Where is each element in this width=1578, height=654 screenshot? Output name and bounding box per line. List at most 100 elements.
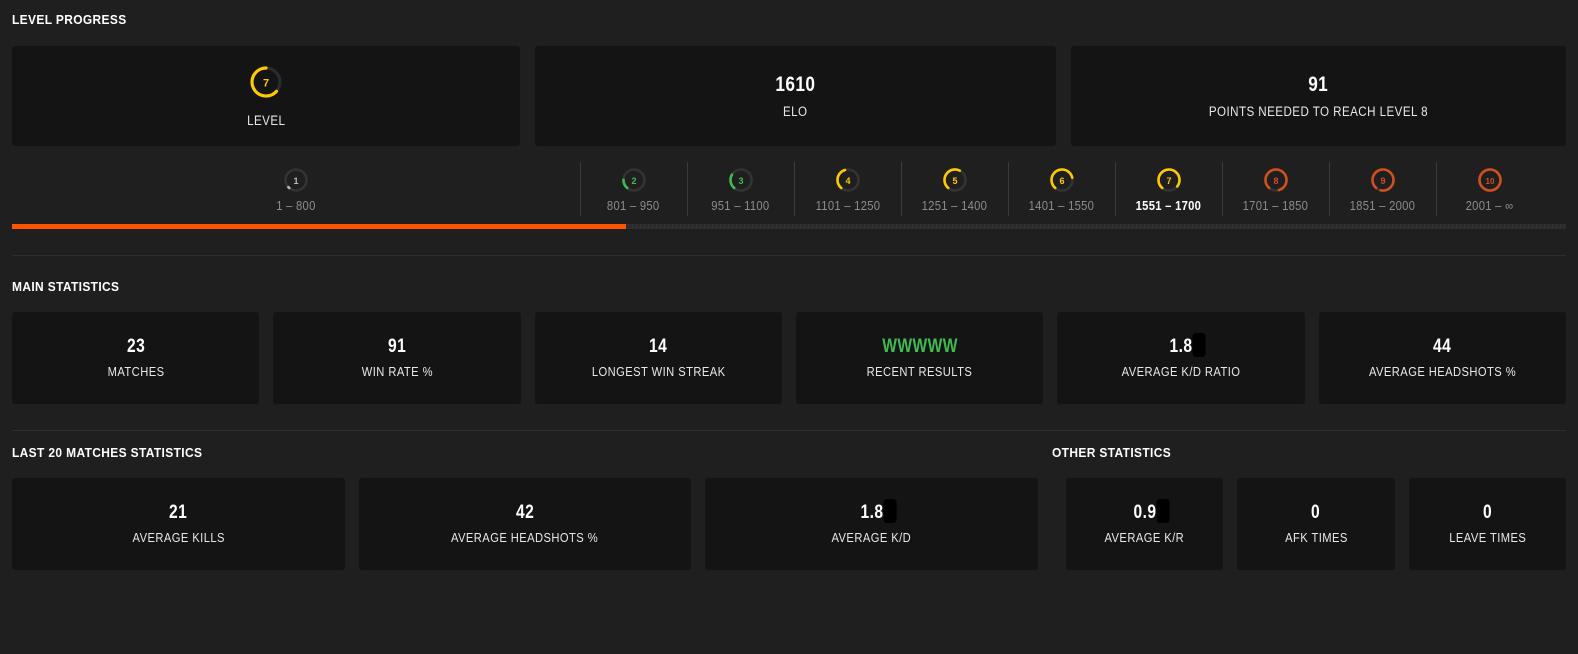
- ladder-rung-level-8[interactable]: 8 1701 – 1850: [1222, 160, 1329, 222]
- stat-label: LEAVE TIMES: [1448, 529, 1526, 545]
- ladder-rung-level-5[interactable]: 5 1251 – 1400: [901, 160, 1008, 222]
- stat-label: LONGEST WIN STREAK: [591, 363, 726, 379]
- ladder-range-level-4: 1101 – 1250: [815, 199, 880, 213]
- ladder-badge-number: 6: [1059, 176, 1064, 186]
- stat-card: 21 AVERAGE KILLS: [12, 478, 345, 570]
- level-badge-icon: 7: [249, 65, 283, 104]
- stat-card: 1.8 AVERAGE K/D RATIO: [1057, 312, 1305, 404]
- ladder-range-level-3: 951 – 1100: [711, 199, 770, 213]
- stat-card: 14 LONGEST WIN STREAK: [534, 312, 782, 404]
- ladder-range-level-1: 1 – 800: [276, 199, 316, 213]
- stat-card: 0 AFK TIMES: [1237, 478, 1395, 570]
- stat-label: AFK TIMES: [1284, 529, 1348, 545]
- ladder-badge-number: 1: [293, 176, 298, 186]
- ladder-rung-level-4[interactable]: 4 1101 – 1250: [794, 160, 901, 222]
- ladder-badge-icon-level-10: 10: [1477, 168, 1502, 192]
- ladder-range-level-9: 1851 – 2000: [1349, 199, 1416, 213]
- ladder-badge-number: 4: [845, 176, 850, 186]
- level-progress-track: [12, 224, 1566, 229]
- ladder-rung-level-3[interactable]: 3 951 – 1100: [687, 160, 794, 222]
- stat-value: 23: [126, 336, 145, 358]
- section-title-level-progress: LEVEL PROGRESS: [12, 12, 127, 27]
- stat-value: 1.8: [1169, 333, 1206, 358]
- section-title-main-statistics: MAIN STATISTICS: [12, 279, 120, 294]
- stat-label: AVERAGE HEADSHOTS %: [451, 529, 599, 545]
- ladder-range-level-6: 1401 – 1550: [1028, 199, 1095, 213]
- stat-value: 0: [1482, 502, 1492, 524]
- stat-label: AVERAGE HEADSHOTS %: [1368, 363, 1516, 379]
- stat-card: 1.8 AVERAGE K/D: [705, 478, 1039, 570]
- player-stats-dashboard: LEVEL PROGRESS 7 LEVEL 1610 ELO 91 POINT…: [0, 0, 1578, 654]
- ladder-range-level-8: 1701 – 1850: [1242, 199, 1309, 213]
- stat-value: 44: [1433, 336, 1452, 358]
- elo-label: ELO: [783, 103, 808, 119]
- ladder-badge-number: 2: [631, 176, 636, 186]
- ladder-badge-icon-level-3: 3: [728, 168, 753, 192]
- stat-label: MATCHES: [107, 363, 165, 379]
- ladder-badge-number: 5: [952, 176, 957, 186]
- ladder-badge-icon-level-6: 6: [1049, 168, 1074, 192]
- stat-value: 42: [515, 502, 535, 524]
- ladder-badge-number: 8: [1273, 176, 1278, 186]
- stat-label: AVERAGE K/R: [1104, 529, 1185, 545]
- other-statistics-header: OTHER STATISTICS: [1052, 445, 1566, 460]
- divider-2: [12, 430, 1566, 431]
- ladder-rung-level-9[interactable]: 9 1851 – 2000: [1329, 160, 1436, 222]
- stat-card: 42 AVERAGE HEADSHOTS %: [358, 478, 692, 570]
- ladder-badge-icon-level-7: 7: [1156, 168, 1181, 192]
- ladder-badge-number: 9: [1380, 176, 1385, 186]
- ladder-badge-icon-level-9: 9: [1370, 168, 1395, 192]
- stat-card: 0 LEAVE TIMES: [1408, 478, 1566, 570]
- ladder-rung-level-2[interactable]: 2 801 – 950: [580, 160, 687, 222]
- ladder-range-level-2: 801 – 950: [607, 199, 660, 213]
- bottom-cards-row: 21 AVERAGE KILLS 42 AVERAGE HEADSHOTS % 1.8 A…: [12, 478, 1566, 570]
- ladder-rung-level-6[interactable]: 6 1401 – 1550: [1008, 160, 1115, 222]
- ladder-badge-icon-level-5: 5: [942, 168, 967, 192]
- points-needed-label: POINTS NEEDED TO REACH LEVEL 8: [1208, 103, 1429, 119]
- ladder-range-level-7: 1551 – 1700: [1135, 199, 1202, 213]
- ladder-badge-icon-level-1: 1: [284, 168, 308, 192]
- main-statistics-header: MAIN STATISTICS: [12, 256, 1566, 294]
- ladder-rungs: 1 1 – 800 2 801 – 950 3 951 – 1100 4 1101 – 125…: [12, 160, 1566, 222]
- other-statistics-row: 0.9 AVERAGE K/R 0 AFK TIMES 0 LEAVE TIMES: [1066, 478, 1566, 570]
- stat-value: WWWWW: [881, 336, 958, 358]
- ladder-badge-number: 7: [1166, 176, 1171, 186]
- level-progress-header: LEVEL PROGRESS: [12, 0, 1566, 27]
- ladder-rung-level-7[interactable]: 7 1551 – 1700: [1115, 160, 1222, 222]
- level-ladder: 1 1 – 800 2 801 – 950 3 951 – 1100 4 1101 – 125…: [12, 160, 1566, 229]
- bottom-headers: LAST 20 MATCHES STATISTICS OTHER STATIST…: [12, 445, 1566, 460]
- section-title-last-20: LAST 20 MATCHES STATISTICS: [12, 445, 203, 460]
- level-card-label: LEVEL: [246, 112, 286, 128]
- level-badge-number: 7: [263, 77, 269, 89]
- points-needed-card: 91 POINTS NEEDED TO REACH LEVEL 8: [1071, 46, 1566, 146]
- elo-value: 1610: [775, 73, 816, 97]
- ladder-badge-icon-level-4: 4: [835, 168, 860, 192]
- ladder-rung-level-10[interactable]: 10 2001 – ∞: [1436, 160, 1543, 222]
- stat-value: 0: [1311, 502, 1321, 524]
- section-title-other-statistics: OTHER STATISTICS: [1052, 445, 1172, 460]
- stat-value: 1.8: [860, 499, 897, 524]
- stat-card: WWWWW RECENT RESULTS: [795, 312, 1044, 404]
- ladder-rung-level-1[interactable]: 1 1 – 800: [12, 160, 580, 222]
- top-cards-row: 7 LEVEL 1610 ELO 91 POINTS NEEDED TO REA…: [12, 46, 1566, 146]
- points-needed-value: 91: [1308, 73, 1329, 97]
- stat-value: 0.9: [1133, 499, 1170, 524]
- ladder-range-level-5: 1251 – 1400: [921, 199, 988, 213]
- stat-card: 91 WIN RATE %: [273, 312, 521, 404]
- elo-card: 1610 ELO: [535, 46, 1056, 146]
- ladder-badge-icon-level-8: 8: [1263, 168, 1288, 192]
- stat-value: 14: [649, 336, 668, 358]
- stat-value: 91: [387, 336, 407, 358]
- stat-label: AVERAGE K/D: [831, 529, 912, 545]
- level-progress-fill: [12, 224, 626, 229]
- last-20-statistics-row: 21 AVERAGE KILLS 42 AVERAGE HEADSHOTS % 1.8 A…: [12, 478, 1039, 570]
- stat-card: 44 AVERAGE HEADSHOTS %: [1318, 312, 1566, 404]
- stat-card: 0.9 AVERAGE K/R: [1066, 478, 1224, 570]
- ladder-badge-icon-level-2: 2: [621, 168, 646, 192]
- stat-label: AVERAGE K/D RATIO: [1121, 363, 1241, 379]
- last-20-header: LAST 20 MATCHES STATISTICS: [12, 445, 1052, 460]
- ladder-badge-number: 3: [738, 176, 743, 186]
- stat-label: WIN RATE %: [361, 363, 433, 379]
- stat-card: 23 MATCHES: [12, 312, 260, 404]
- level-card: 7 LEVEL: [12, 46, 520, 146]
